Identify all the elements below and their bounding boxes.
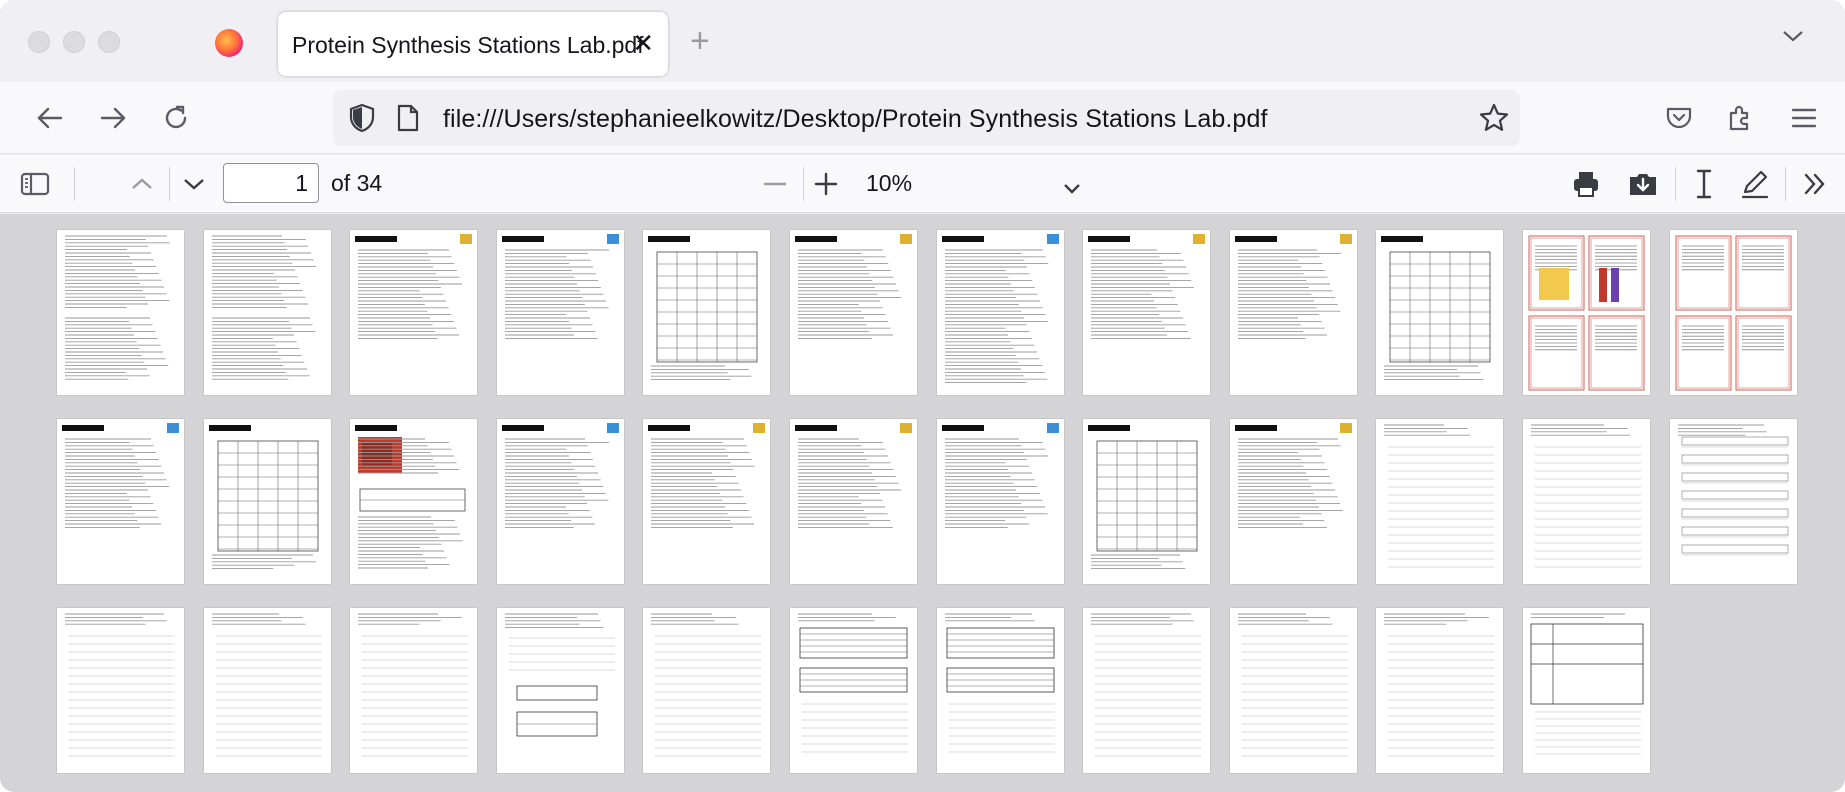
page-thumbnail[interactable] <box>790 608 917 773</box>
text-cursor-icon[interactable] <box>1686 166 1722 202</box>
chevron-up-icon[interactable] <box>124 166 160 202</box>
pdf-toolbar: 1 of 34 10% <box>0 155 1845 213</box>
tab-active[interactable]: Protein Synthesis Stations Lab.pdf ✕ <box>278 12 668 76</box>
shield-icon[interactable] <box>348 103 376 138</box>
page-thumbnail[interactable] <box>643 230 771 395</box>
minus-icon[interactable] <box>757 166 793 202</box>
menu-icon[interactable] <box>1786 100 1822 136</box>
maximize-window-button[interactable] <box>98 31 120 53</box>
browser-window: Protein Synthesis Stations Lab.pdf ✕ + f… <box>0 0 1845 792</box>
chevron-down-icon[interactable] <box>1781 28 1805 49</box>
forward-arrow-icon[interactable] <box>95 100 131 136</box>
page-thumbnail[interactable] <box>57 419 184 584</box>
page-thumbnail[interactable] <box>350 230 478 395</box>
chevron-down-icon[interactable] <box>176 166 212 202</box>
page-thumbnail[interactable] <box>936 419 1064 584</box>
page-thumbnail[interactable] <box>1083 608 1211 773</box>
page-thumbnail[interactable] <box>1229 419 1357 584</box>
download-icon[interactable] <box>1625 166 1661 202</box>
page-thumbnail[interactable] <box>1376 608 1504 773</box>
chevron-down-icon <box>1062 175 1082 202</box>
toolbar-divider <box>169 167 170 201</box>
close-icon[interactable]: ✕ <box>632 28 654 58</box>
navigation-toolbar: file:///Users/stephanieelkowitz/Desktop/… <box>0 82 1845 154</box>
page-thumbnail[interactable] <box>936 608 1064 773</box>
page-thumbnail[interactable] <box>203 230 331 395</box>
page-thumbnail[interactable] <box>203 419 331 584</box>
tab-title: Protein Synthesis Stations Lab.pdf <box>292 32 644 58</box>
page-thumbnail[interactable] <box>936 230 1064 395</box>
page-thumbnail[interactable] <box>496 230 624 395</box>
page-thumbnail[interactable] <box>1376 419 1504 584</box>
page-thumbnail[interactable] <box>57 230 184 395</box>
page-thumbnail[interactable] <box>350 419 478 584</box>
page-thumbnail[interactable] <box>643 419 771 584</box>
plus-icon[interactable] <box>808 166 844 202</box>
page-thumbnail[interactable] <box>1083 419 1211 584</box>
page-count-label: of 34 <box>331 170 383 196</box>
page-thumbnail[interactable] <box>643 608 771 773</box>
toolbar-divider <box>74 167 75 201</box>
reload-icon[interactable] <box>158 100 194 136</box>
page-thumbnail[interactable] <box>496 608 624 773</box>
page-thumbnail[interactable] <box>1523 419 1650 584</box>
pocket-icon[interactable] <box>1661 100 1697 136</box>
page-thumbnail[interactable] <box>203 608 331 773</box>
page-thumbnail[interactable] <box>790 230 917 395</box>
pen-icon[interactable] <box>1737 166 1773 202</box>
back-arrow-icon[interactable] <box>32 100 68 136</box>
page-thumbnail[interactable] <box>1229 230 1357 395</box>
page-thumbnail[interactable] <box>1669 419 1797 584</box>
page-thumbnail[interactable] <box>496 419 624 584</box>
page-thumbnail[interactable] <box>1523 230 1650 395</box>
url-bar[interactable]: file:///Users/stephanieelkowitz/Desktop/… <box>333 90 1520 146</box>
page-thumbnail[interactable] <box>57 608 184 773</box>
zoom-select[interactable]: 10% <box>858 163 1094 203</box>
page-thumbnail[interactable] <box>350 608 478 773</box>
plus-icon[interactable]: + <box>690 22 710 60</box>
toolbar-divider <box>803 167 804 201</box>
page-number-input[interactable]: 1 <box>223 163 319 203</box>
page-thumbnail[interactable] <box>1669 230 1797 395</box>
document-icon <box>396 104 420 137</box>
close-window-button[interactable] <box>28 31 50 53</box>
zoom-value: 10% <box>866 170 913 196</box>
print-icon[interactable] <box>1568 166 1604 202</box>
tab-strip: Protein Synthesis Stations Lab.pdf ✕ + <box>0 0 1845 82</box>
star-icon[interactable] <box>1478 102 1510 139</box>
sidebar-icon[interactable] <box>17 166 53 202</box>
page-thumbnail[interactable] <box>1229 608 1357 773</box>
page-thumbnail[interactable] <box>1523 608 1650 773</box>
minimize-window-button[interactable] <box>63 31 85 53</box>
double-chevron-icon[interactable] <box>1797 166 1833 202</box>
page-thumbnail[interactable] <box>1083 230 1211 395</box>
extensions-icon[interactable] <box>1721 100 1757 136</box>
page-thumbnail[interactable] <box>1376 230 1504 395</box>
page-thumbnail[interactable] <box>790 419 917 584</box>
pdf-viewer-thumbnails[interactable] <box>0 214 1845 792</box>
toolbar-divider <box>1675 167 1676 201</box>
url-text[interactable]: file:///Users/stephanieelkowitz/Desktop/… <box>443 105 1268 134</box>
toolbar-divider <box>1785 167 1786 201</box>
firefox-icon <box>215 29 243 57</box>
